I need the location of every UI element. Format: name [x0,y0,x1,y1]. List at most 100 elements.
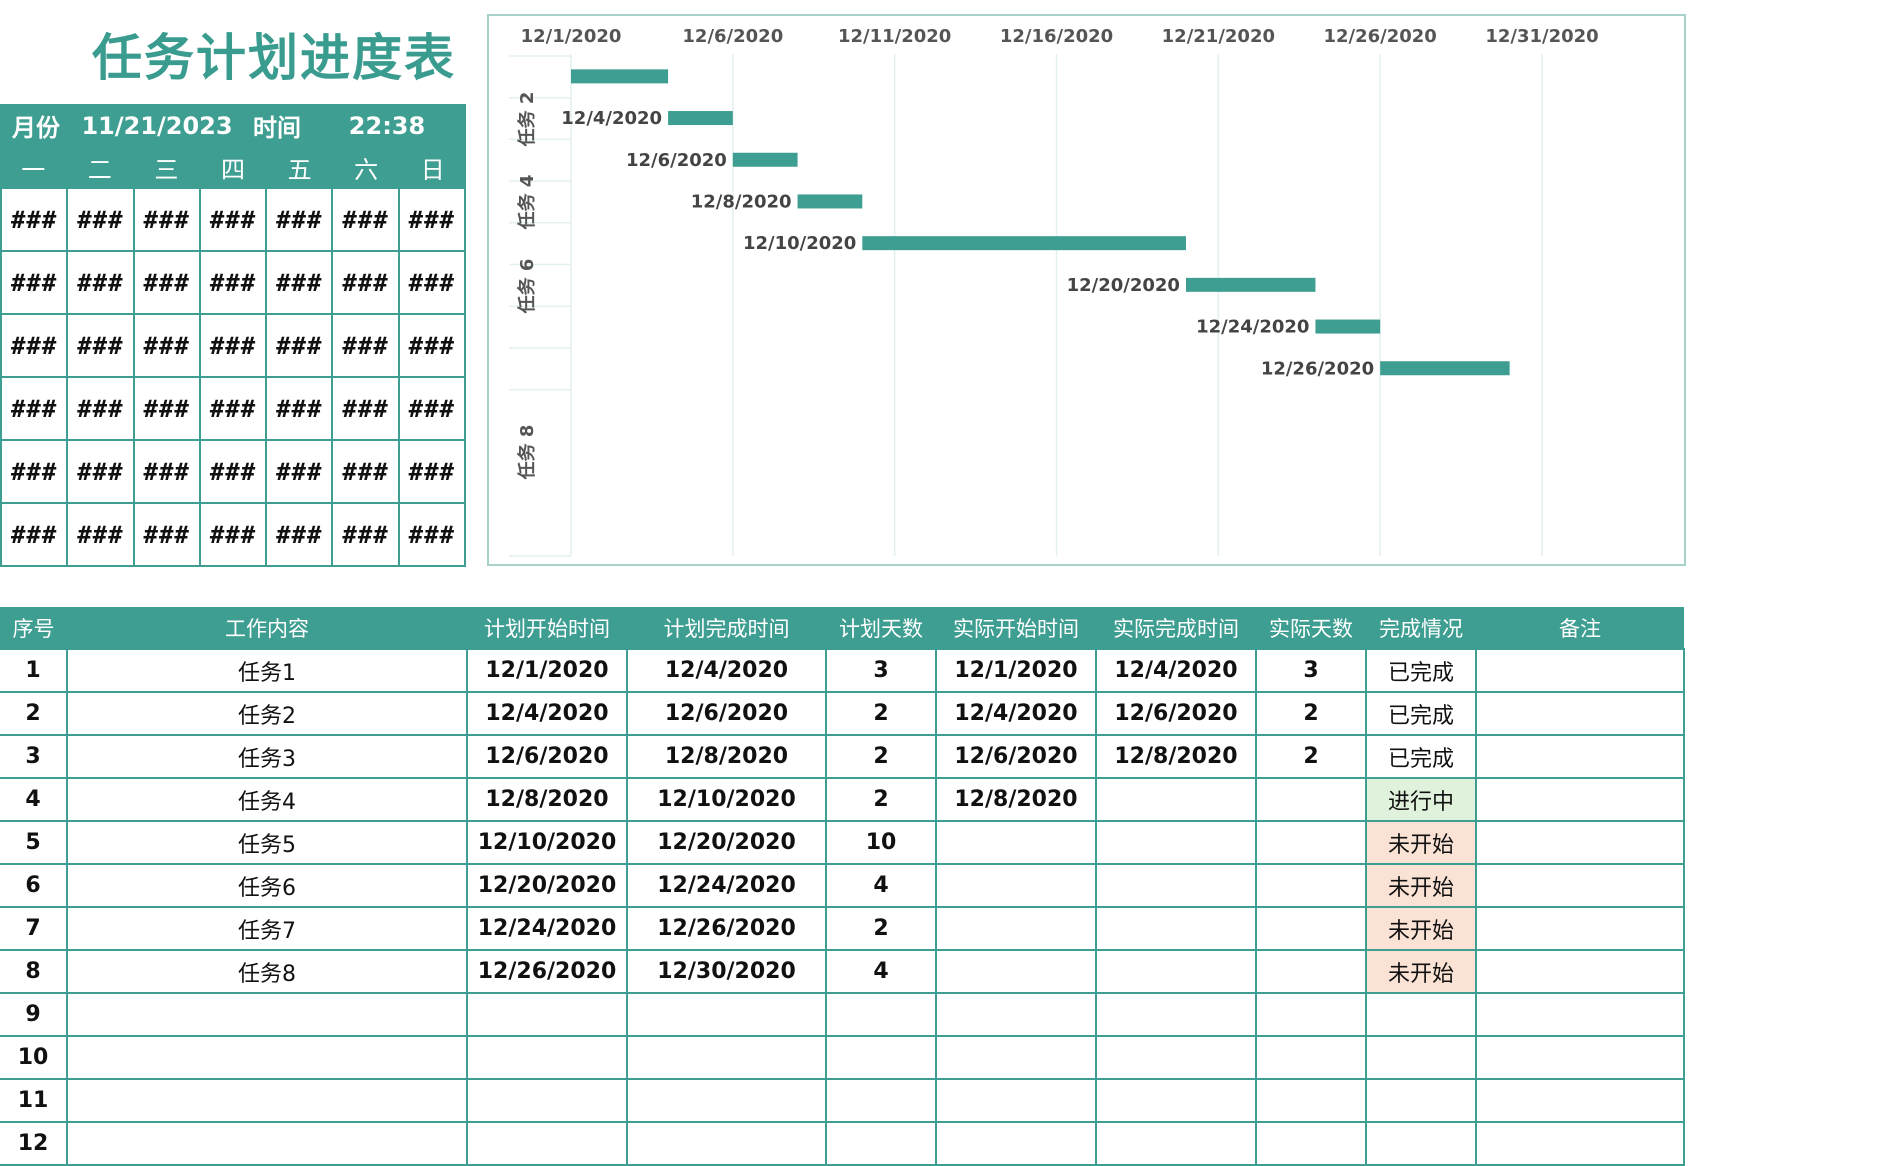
plan-end-cell[interactable]: 12/4/2020 [626,648,827,693]
calendar-day-cell[interactable]: ### [399,189,466,252]
status-cell[interactable]: 未开始 [1365,906,1477,951]
row-number[interactable]: 5 [0,820,68,865]
actual-days-cell[interactable] [1255,1078,1367,1123]
actual-end-cell[interactable] [1095,863,1257,908]
calendar-day-cell[interactable]: ### [399,315,466,378]
col-header-task[interactable]: 工作内容 [67,607,467,649]
row-number[interactable]: 8 [0,949,68,994]
calendar-day-cell[interactable]: ### [68,504,135,567]
calendar-day-cell[interactable]: ### [333,441,400,504]
actual-end-cell[interactable] [1095,777,1257,822]
row-number[interactable]: 10 [0,1035,68,1080]
actual-end-cell[interactable]: 12/4/2020 [1095,648,1257,693]
calendar-day-cell[interactable]: ### [200,378,268,441]
plan-end-cell[interactable] [626,1078,827,1123]
note-cell[interactable] [1475,820,1685,865]
calendar-day-cell[interactable]: ### [333,252,400,315]
calendar-day-cell[interactable]: ### [2,441,69,504]
task-name-cell[interactable]: 任务8 [66,949,468,994]
actual-start-cell[interactable]: 12/8/2020 [935,777,1097,822]
plan-start-cell[interactable]: 12/8/2020 [466,777,628,822]
calendar-day-cell[interactable]: ### [2,378,69,441]
plan-days-cell[interactable]: 4 [825,863,937,908]
calendar-day-cell[interactable]: ### [399,252,466,315]
calendar-day-cell[interactable]: ### [68,378,135,441]
plan-start-cell[interactable]: 12/20/2020 [466,863,628,908]
plan-start-cell[interactable]: 12/26/2020 [466,949,628,994]
calendar-day-cell[interactable]: ### [267,315,334,378]
col-header-plan-end[interactable]: 计划完成时间 [627,607,826,649]
col-header-actual-days[interactable]: 实际天数 [1256,607,1366,649]
plan-days-cell[interactable] [825,1121,937,1166]
time-value[interactable]: 22:38 [312,112,462,140]
task-name-cell[interactable]: 任务1 [66,648,468,693]
plan-start-cell[interactable]: 12/10/2020 [466,820,628,865]
plan-end-cell[interactable] [626,1035,827,1080]
plan-start-cell[interactable]: 12/4/2020 [466,691,628,736]
row-number[interactable]: 12 [0,1121,68,1166]
plan-days-cell[interactable]: 2 [825,734,937,779]
actual-days-cell[interactable] [1255,820,1367,865]
row-number[interactable]: 11 [0,1078,68,1123]
status-cell[interactable] [1365,1121,1477,1166]
calendar-day-cell[interactable]: ### [134,441,201,504]
status-cell[interactable]: 进行中 [1365,777,1477,822]
plan-start-cell[interactable]: 12/1/2020 [466,648,628,693]
actual-end-cell[interactable] [1095,1121,1257,1166]
actual-days-cell[interactable] [1255,1121,1367,1166]
plan-days-cell[interactable] [825,992,937,1037]
plan-start-cell[interactable]: 12/24/2020 [466,906,628,951]
calendar-day-cell[interactable]: ### [200,252,268,315]
calendar-day-cell[interactable]: ### [399,441,466,504]
calendar-day-cell[interactable]: ### [333,378,400,441]
date-value[interactable]: 11/21/2023 [72,112,242,140]
note-cell[interactable] [1475,1078,1685,1123]
actual-start-cell[interactable] [935,1121,1097,1166]
status-cell[interactable]: 未开始 [1365,863,1477,908]
plan-start-cell[interactable]: 12/6/2020 [466,734,628,779]
actual-days-cell[interactable] [1255,906,1367,951]
calendar-day-cell[interactable]: ### [68,441,135,504]
actual-start-cell[interactable]: 12/6/2020 [935,734,1097,779]
col-header-status[interactable]: 完成情况 [1366,607,1476,649]
actual-days-cell[interactable]: 2 [1255,691,1367,736]
calendar-day-cell[interactable]: ### [267,189,334,252]
actual-end-cell[interactable] [1095,906,1257,951]
col-header-plan-days[interactable]: 计划天数 [826,607,936,649]
plan-end-cell[interactable]: 12/10/2020 [626,777,827,822]
calendar-day-cell[interactable]: ### [2,189,69,252]
calendar-day-cell[interactable]: ### [134,315,201,378]
col-header-actual-start[interactable]: 实际开始时间 [936,607,1096,649]
row-number[interactable]: 1 [0,648,68,693]
actual-start-cell[interactable]: 12/4/2020 [935,691,1097,736]
calendar-day-cell[interactable]: ### [333,504,400,567]
task-name-cell[interactable]: 任务3 [66,734,468,779]
calendar-day-cell[interactable]: ### [267,378,334,441]
actual-end-cell[interactable]: 12/6/2020 [1095,691,1257,736]
calendar-day-cell[interactable]: ### [134,504,201,567]
calendar-day-cell[interactable]: ### [134,252,201,315]
status-cell[interactable]: 已完成 [1365,691,1477,736]
col-header-no[interactable]: 序号 [0,607,67,649]
calendar-day-cell[interactable]: ### [200,441,268,504]
plan-end-cell[interactable] [626,992,827,1037]
calendar-day-cell[interactable]: ### [2,315,69,378]
calendar-day-cell[interactable]: ### [333,315,400,378]
note-cell[interactable] [1475,949,1685,994]
plan-end-cell[interactable] [626,1121,827,1166]
status-cell[interactable]: 未开始 [1365,820,1477,865]
actual-start-cell[interactable] [935,863,1097,908]
plan-end-cell[interactable]: 12/24/2020 [626,863,827,908]
calendar-day-cell[interactable]: ### [200,189,268,252]
note-cell[interactable] [1475,992,1685,1037]
calendar-day-cell[interactable]: ### [267,252,334,315]
note-cell[interactable] [1475,734,1685,779]
actual-end-cell[interactable] [1095,820,1257,865]
row-number[interactable]: 9 [0,992,68,1037]
actual-end-cell[interactable]: 12/8/2020 [1095,734,1257,779]
col-header-actual-end[interactable]: 实际完成时间 [1096,607,1256,649]
actual-end-cell[interactable] [1095,992,1257,1037]
note-cell[interactable] [1475,1035,1685,1080]
calendar-day-cell[interactable]: ### [2,504,69,567]
actual-start-cell[interactable] [935,906,1097,951]
